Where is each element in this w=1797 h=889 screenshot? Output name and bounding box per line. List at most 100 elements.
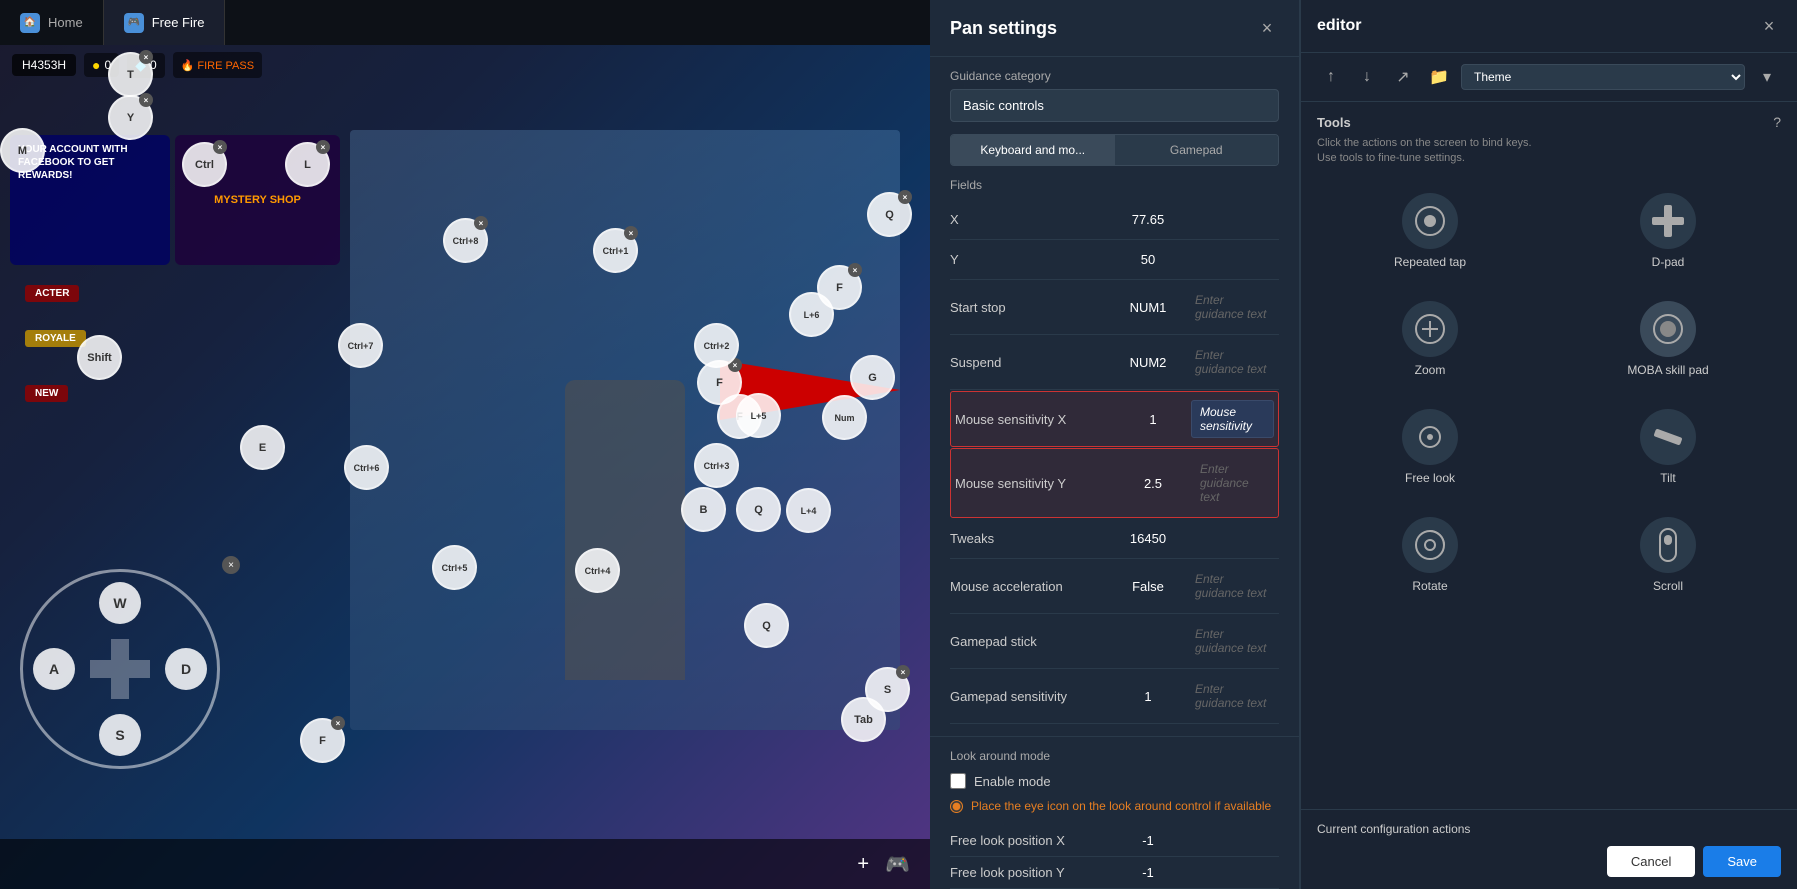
key-ctrl8[interactable]: Ctrl+8× — [443, 218, 488, 263]
field-mouse-acceleration: Mouse acceleration False Enter guidance … — [950, 559, 1279, 614]
joystick-s[interactable]: S — [99, 714, 141, 756]
fields-section: Fields X 77.65 Y 50 Start stop NUM1 Ente… — [930, 178, 1299, 724]
radio-eye-icon[interactable] — [950, 800, 963, 813]
joystick-d[interactable]: D — [165, 648, 207, 690]
field-y: Y 50 — [950, 240, 1279, 280]
acter-badge: ACTER — [25, 285, 79, 302]
free-look-x-row: Free look position X -1 — [950, 825, 1279, 857]
editor-panel: editor × ↑ ↓ ↗ 📁 Theme ▾ Tools ? Click t… — [1300, 0, 1797, 889]
gamepad-tab[interactable]: Gamepad — [1115, 135, 1279, 165]
help-icon[interactable]: ? — [1773, 114, 1781, 130]
key-b[interactable]: B — [681, 487, 726, 532]
bottom-gamepad[interactable]: 🎮 — [885, 852, 910, 877]
tools-title: Tools — [1317, 115, 1351, 130]
character-area — [350, 130, 900, 730]
pan-settings-close[interactable]: × — [1255, 16, 1279, 40]
key-ctrl4[interactable]: Ctrl+4 — [575, 548, 620, 593]
key-ctrl3[interactable]: Ctrl+3 — [694, 443, 739, 488]
tool-rotate[interactable]: Rotate — [1317, 507, 1543, 603]
guidance-category-input[interactable] — [950, 89, 1279, 122]
key-ctrl2[interactable]: Ctrl+2 — [694, 323, 739, 368]
key-q-bot[interactable]: Q — [744, 603, 789, 648]
key-m[interactable]: M — [0, 128, 45, 173]
enable-mode-checkbox[interactable] — [950, 773, 966, 789]
key-ctrl7[interactable]: Ctrl+7 — [338, 323, 383, 368]
keyboard-mouse-tab[interactable]: Keyboard and mo... — [951, 135, 1115, 165]
key-q-mid[interactable]: Q — [736, 487, 781, 532]
look-around-section: Look around mode Enable mode Place the e… — [930, 749, 1299, 889]
key-ctrl[interactable]: Ctrl× — [182, 142, 227, 187]
key-tab[interactable]: Tab — [841, 697, 886, 742]
tool-repeated-tap[interactable]: Repeated tap — [1317, 183, 1543, 279]
bottom-controls: + 🎮 — [0, 839, 930, 889]
enable-mode-label: Enable mode — [974, 774, 1051, 789]
field-suspend: Suspend NUM2 Enter guidance text — [950, 335, 1279, 390]
field-gamepad-sensitivity: Gamepad sensitivity 1 Enter guidance tex… — [950, 669, 1279, 724]
zoom-label: Zoom — [1415, 363, 1446, 377]
field-tweaks: Tweaks 16450 — [950, 519, 1279, 559]
save-button[interactable]: Save — [1703, 846, 1781, 877]
key-l6[interactable]: L+6 — [789, 292, 834, 337]
editor-toolbar: ↑ ↓ ↗ 📁 Theme ▾ — [1301, 53, 1797, 102]
moba-label: MOBA skill pad — [1627, 363, 1708, 377]
toolbar-folder[interactable]: 📁 — [1425, 63, 1453, 91]
key-l4[interactable]: L+4 — [786, 488, 831, 533]
key-g[interactable]: G — [850, 355, 895, 400]
freelook-label: Free look — [1405, 471, 1455, 485]
tool-zoom[interactable]: Zoom — [1317, 291, 1543, 387]
enable-mode-row: Enable mode — [950, 773, 1279, 789]
home-tab-icon: 🏠 — [20, 13, 40, 33]
config-actions: Cancel Save — [1317, 846, 1781, 877]
tool-dpad[interactable]: D-pad — [1555, 183, 1781, 279]
tool-freelook[interactable]: Free look — [1317, 399, 1543, 495]
tools-grid: Repeated tap D-pad Zoom MO — [1317, 183, 1781, 603]
tools-section: Tools ? Click the actions on the screen … — [1301, 102, 1797, 615]
field-mouse-sensitivity-x: Mouse sensitivity X 1 Mouse sensitivity — [950, 391, 1279, 447]
theme-dropdown[interactable]: ▾ — [1753, 63, 1781, 91]
dpad-label: D-pad — [1652, 255, 1685, 269]
key-y[interactable]: Y× — [108, 95, 153, 140]
look-around-title: Look around mode — [950, 749, 1279, 763]
character-silhouette — [565, 380, 685, 680]
tilt-icon — [1640, 409, 1696, 465]
theme-select[interactable]: Theme — [1461, 64, 1745, 90]
radio-row: Place the eye icon on the look around co… — [950, 799, 1279, 813]
top-bar: 🏠 Home 🎮 Free Fire — [0, 0, 930, 45]
rotate-icon — [1402, 517, 1458, 573]
key-num[interactable]: Num — [822, 395, 867, 440]
moba-icon — [1640, 301, 1696, 357]
fire-pass-display: 🔥 FIRE PASS — [173, 52, 262, 78]
key-f-bot[interactable]: F× — [300, 718, 345, 763]
joystick[interactable]: W A S D — [20, 569, 220, 769]
key-ctrl1[interactable]: Ctrl+1× — [593, 228, 638, 273]
key-ctrl5[interactable]: Ctrl+5 — [432, 545, 477, 590]
key-t[interactable]: T× — [108, 52, 153, 97]
joystick-w[interactable]: W — [99, 582, 141, 624]
toolbar-upload[interactable]: ↑ — [1317, 63, 1345, 91]
tool-moba[interactable]: MOBA skill pad — [1555, 291, 1781, 387]
freelook-icon — [1402, 409, 1458, 465]
tab-home[interactable]: 🏠 Home — [0, 0, 104, 45]
joystick-close[interactable]: × — [222, 556, 240, 574]
radio-label: Place the eye icon on the look around co… — [971, 799, 1271, 813]
tool-tilt[interactable]: Tilt — [1555, 399, 1781, 495]
bottom-plus[interactable]: + — [857, 853, 869, 876]
royale-badge: ROYALE — [25, 330, 86, 347]
scroll-icon — [1640, 517, 1696, 573]
tool-scroll[interactable]: Scroll — [1555, 507, 1781, 603]
joystick-a[interactable]: A — [33, 648, 75, 690]
config-title: Current configuration actions — [1317, 822, 1781, 836]
scroll-label: Scroll — [1653, 579, 1683, 593]
key-e[interactable]: E — [240, 425, 285, 470]
field-start-stop: Start stop NUM1 Enter guidance text — [950, 280, 1279, 335]
key-l5[interactable]: L+5 — [736, 393, 781, 438]
cancel-button[interactable]: Cancel — [1607, 846, 1695, 877]
key-shift[interactable]: Shift — [77, 335, 122, 380]
key-q-top[interactable]: Q× — [867, 192, 912, 237]
editor-close[interactable]: × — [1757, 14, 1781, 38]
toolbar-share[interactable]: ↗ — [1389, 63, 1417, 91]
toolbar-download[interactable]: ↓ — [1353, 63, 1381, 91]
tab-freefire[interactable]: 🎮 Free Fire — [104, 0, 226, 45]
key-l[interactable]: L× — [285, 142, 330, 187]
key-ctrl6[interactable]: Ctrl+6 — [344, 445, 389, 490]
